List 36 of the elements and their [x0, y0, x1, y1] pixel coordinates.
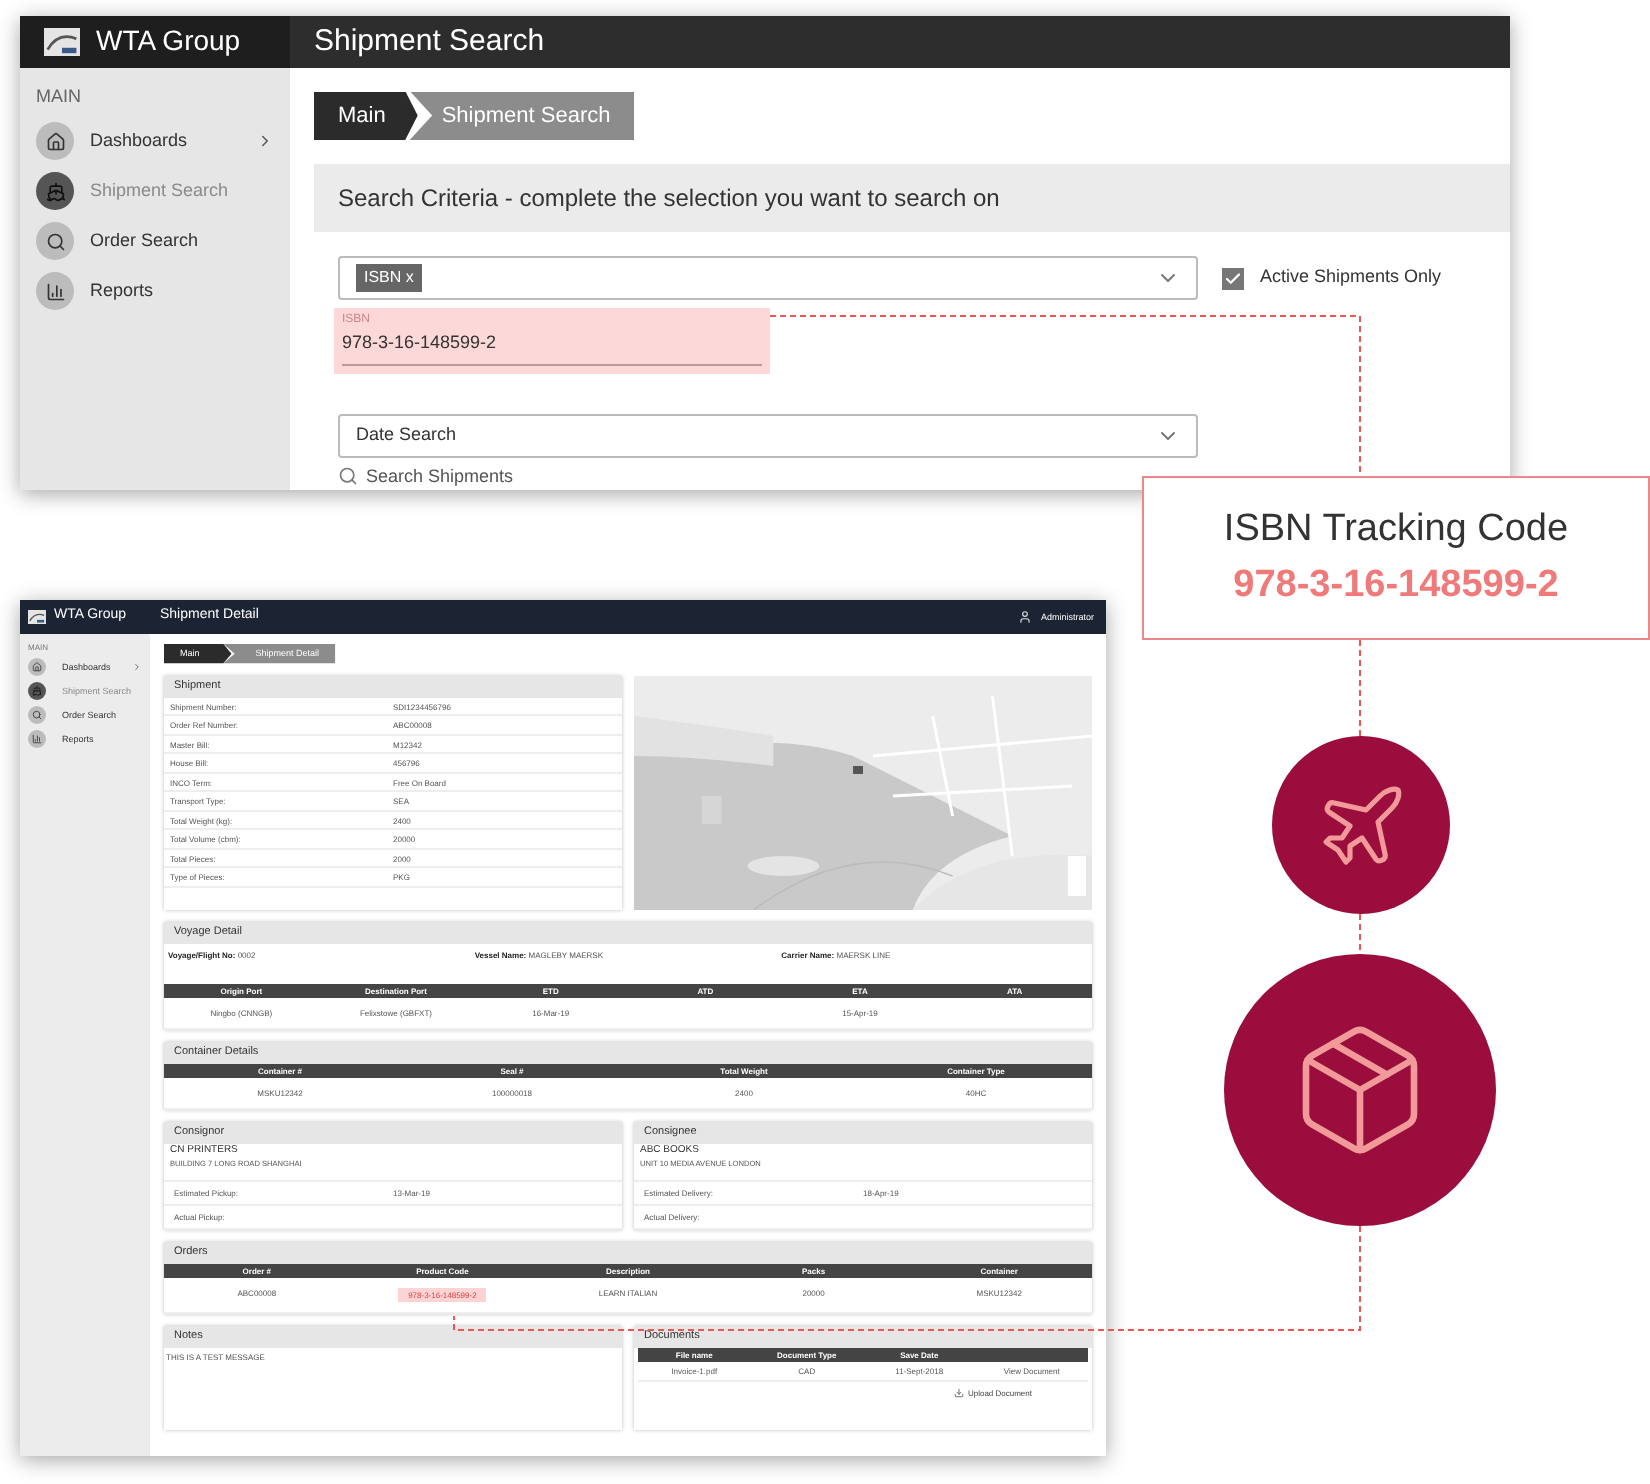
menu-icon	[28, 658, 46, 676]
tag-chip[interactable]: ISBN x	[356, 264, 422, 292]
menu-label: Order Search	[90, 227, 199, 254]
checkbox[interactable]	[1222, 267, 1244, 289]
callout-code: 978-3-16-148599-2	[1233, 562, 1559, 610]
app-name: WTA Group	[96, 22, 241, 61]
breadcrumb-item[interactable]: Main	[314, 91, 418, 140]
date-dropdown[interactable]: Date Search	[338, 413, 1198, 457]
menu-icon	[28, 730, 46, 748]
logo-icon	[28, 609, 46, 625]
menu-label: Shipment Search	[90, 177, 229, 204]
criteria-title: Search Criteria - complete the selection you want to search on	[338, 184, 1000, 212]
user-icon	[1018, 610, 1033, 624]
menu-icon	[36, 122, 74, 160]
sidebar-item[interactable]: Dashboards	[36, 122, 274, 160]
menu-icon	[36, 272, 74, 310]
menu-icon	[28, 706, 46, 724]
page-title: Shipment Search	[314, 21, 545, 61]
field-value: 978-3-16-148599-2	[342, 330, 762, 365]
chevron-icon	[256, 132, 274, 150]
sidebar-section-label: MAIN	[36, 83, 83, 109]
search-button[interactable]: Search Shipments	[338, 463, 514, 490]
menu-label: Reports	[90, 277, 154, 304]
criteria-dropdown[interactable]: ISBN x	[338, 256, 1198, 300]
callout-title: ISBN Tracking Code	[1223, 505, 1569, 553]
download-icon	[953, 1388, 964, 1399]
chevron-icon	[132, 662, 142, 672]
menu-icon	[28, 682, 46, 700]
logo-icon	[44, 27, 80, 56]
menu-label: Dashboards	[90, 127, 188, 154]
menu-icon	[36, 222, 74, 260]
menu-icon	[36, 172, 74, 210]
search-icon	[338, 466, 358, 487]
sidebar-item[interactable]: Reports	[36, 272, 274, 310]
sidebar-item[interactable]: Order Search	[36, 222, 274, 260]
checkbox-label: Active Shipments Only	[1260, 264, 1442, 291]
